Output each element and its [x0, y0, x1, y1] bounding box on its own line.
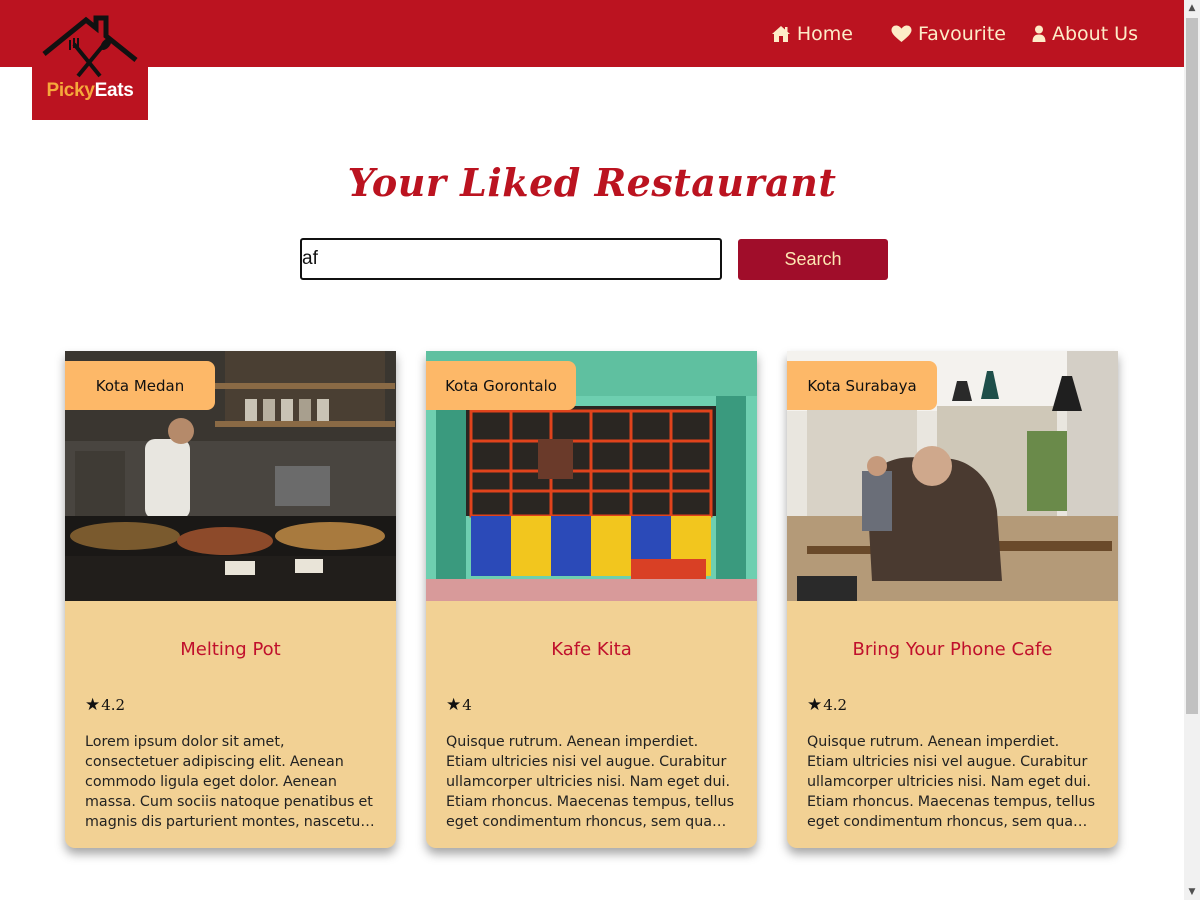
top-navbar: PickyEats Home Favourite About Us [0, 0, 1184, 120]
nav-favourite-link[interactable]: Favourite [891, 23, 1006, 45]
star-icon: ★ [446, 695, 462, 715]
rating-value: 4.2 [101, 696, 126, 714]
nav-home-link[interactable]: Home [771, 23, 853, 45]
restaurant-card[interactable]: Kota Gorontalo Kafe Kita ★ 4 Quisque rut… [426, 351, 757, 848]
restaurant-description: Quisque rutrum. Aenean imperdiet. Etiam … [446, 734, 735, 830]
rating-value: 4 [462, 696, 472, 714]
restaurant-name[interactable]: Kafe Kita [426, 639, 757, 660]
logo-wordmark: PickyEats [32, 80, 148, 102]
heart-icon [891, 25, 912, 42]
scroll-up-arrow-icon[interactable]: ▲ [1184, 0, 1200, 16]
restaurant-card[interactable]: Kota Surabaya Bring Your Phone Cafe ★ 4.… [787, 351, 1118, 848]
home-icon [771, 25, 790, 42]
nav-about-link[interactable]: About Us [1032, 23, 1138, 45]
restaurant-rating: ★ 4 [446, 695, 472, 715]
city-badge: Kota Gorontalo [426, 361, 576, 410]
main-nav: Home Favourite About Us [771, 0, 1138, 67]
restaurant-name[interactable]: Melting Pot [65, 639, 396, 660]
star-icon: ★ [85, 695, 101, 715]
restaurant-name[interactable]: Bring Your Phone Cafe [787, 639, 1118, 660]
restaurant-description: Lorem ipsum dolor sit amet, consectetuer… [85, 734, 373, 830]
page-scrollbar[interactable]: ▲ ▼ [1184, 0, 1200, 900]
nav-home-label: Home [796, 22, 853, 45]
scroll-down-arrow-icon[interactable]: ▼ [1184, 884, 1200, 900]
logo-text-eats: Eats [94, 80, 134, 101]
rating-value: 4.2 [823, 696, 848, 714]
nav-about-label: About Us [1051, 22, 1138, 45]
pickyeats-logo[interactable]: PickyEats [32, 0, 148, 120]
nav-favourite-label: Favourite [918, 22, 1006, 45]
city-badge: Kota Medan [65, 361, 215, 410]
restaurant-card[interactable]: Kota Medan Melting Pot ★ 4.2 Lorem ipsum… [65, 351, 396, 848]
scrollbar-thumb[interactable] [1186, 18, 1198, 714]
user-icon [1032, 25, 1046, 42]
search-input[interactable] [300, 238, 722, 280]
page-title: Your Liked Restaurant [347, 160, 837, 205]
star-icon: ★ [807, 695, 823, 715]
search-button[interactable]: Search [738, 239, 888, 280]
restaurant-description: Quisque rutrum. Aenean imperdiet. Etiam … [807, 734, 1096, 830]
restaurant-rating: ★ 4.2 [85, 695, 125, 715]
house-fork-knife-icon [42, 15, 138, 78]
city-badge: Kota Surabaya [787, 361, 937, 410]
restaurant-rating: ★ 4.2 [807, 695, 847, 715]
logo-text-picky: Picky [46, 80, 95, 101]
